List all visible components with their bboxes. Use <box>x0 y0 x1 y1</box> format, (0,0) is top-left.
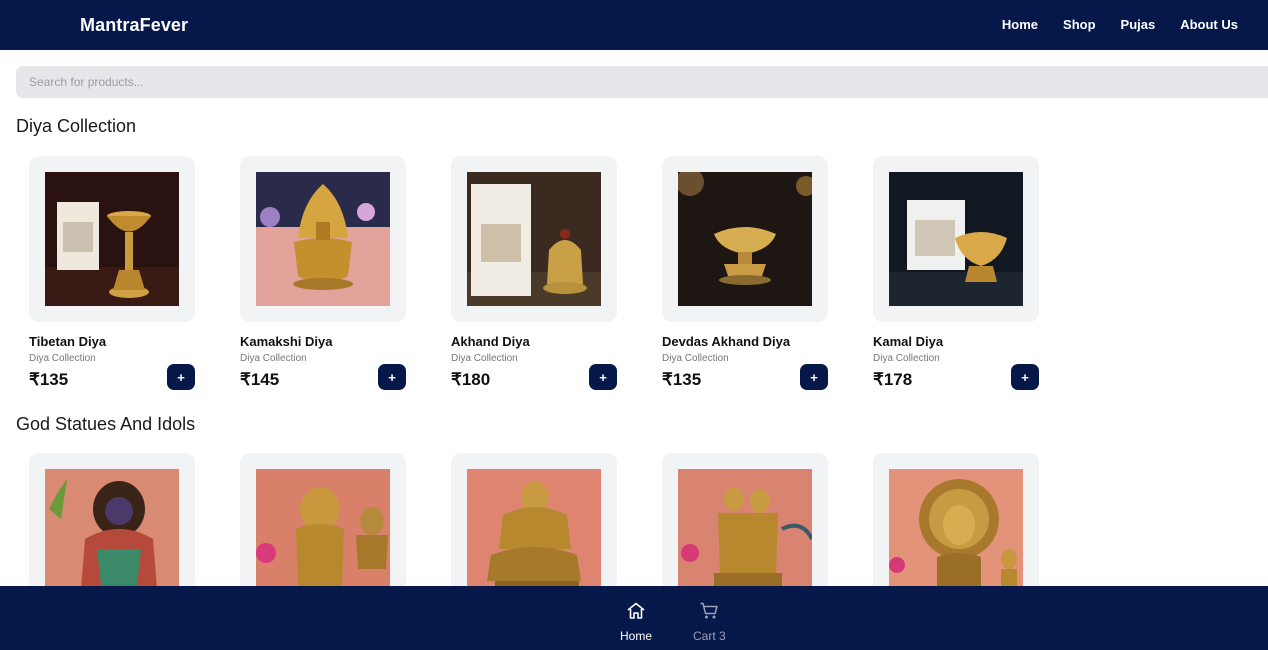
add-to-cart-button[interactable]: + <box>589 364 617 390</box>
product-image[interactable] <box>889 469 1023 603</box>
product-image-frame[interactable] <box>240 156 406 322</box>
product-card[interactable]: Tibetan Diya Diya Collection ₹135 + <box>29 156 195 390</box>
product-name[interactable]: Kamal Diya <box>873 334 1039 349</box>
product-category: Diya Collection <box>451 353 518 364</box>
product-row-diya: Tibetan Diya Diya Collection ₹135 + Kama… <box>29 156 1039 390</box>
bottom-nav-home[interactable]: Home <box>620 602 652 643</box>
search-input[interactable] <box>16 66 1268 98</box>
product-card[interactable]: Kamakshi Diya Diya Collection ₹145 + <box>240 156 406 390</box>
product-card[interactable]: Akhand Diya Diya Collection ₹180 + <box>451 156 617 390</box>
bottom-nav-cart-label: Cart 3 <box>693 629 726 643</box>
product-category: Diya Collection <box>662 353 729 364</box>
section-title-diya: Diya Collection <box>16 116 137 136</box>
section-title-idols: God Statues And Idols <box>16 414 196 434</box>
add-to-cart-button[interactable]: + <box>800 364 828 390</box>
product-image-frame[interactable] <box>662 156 828 322</box>
brand-logo[interactable]: MantraFever <box>80 15 188 36</box>
bottom-nav-home-label: Home <box>620 629 653 643</box>
product-image[interactable] <box>678 172 812 306</box>
nav-home-link[interactable]: Home <box>1002 17 1038 32</box>
product-image[interactable] <box>45 469 179 603</box>
product-image-frame[interactable] <box>873 156 1039 322</box>
product-image[interactable] <box>678 469 812 603</box>
product-card[interactable]: Kamal Diya Diya Collection ₹178 + <box>873 156 1039 390</box>
product-image[interactable] <box>256 172 390 306</box>
product-image[interactable] <box>467 469 601 603</box>
nav-about-link[interactable]: About Us <box>1180 17 1238 32</box>
product-image[interactable] <box>467 172 601 306</box>
product-image[interactable] <box>256 469 390 603</box>
product-card[interactable]: Devdas Akhand Diya Diya Collection ₹135 … <box>662 156 828 390</box>
product-name[interactable]: Tibetan Diya <box>29 334 195 349</box>
nav-links: Home Shop Pujas About Us <box>1002 17 1238 32</box>
bottom-nav-cart[interactable]: Cart 3 <box>693 602 726 643</box>
product-name[interactable]: Devdas Akhand Diya <box>662 334 828 349</box>
home-icon <box>626 602 646 625</box>
nav-pujas-link[interactable]: Pujas <box>1121 17 1156 32</box>
product-image-frame[interactable] <box>29 156 195 322</box>
product-image[interactable] <box>889 172 1023 306</box>
product-category: Diya Collection <box>873 353 940 364</box>
product-name[interactable]: Kamakshi Diya <box>240 334 406 349</box>
cart-icon <box>699 602 719 625</box>
product-category: Diya Collection <box>29 353 96 364</box>
add-to-cart-button[interactable]: + <box>378 364 406 390</box>
product-name[interactable]: Akhand Diya <box>451 334 617 349</box>
bottom-navbar: Home Cart 3 <box>0 586 1268 650</box>
top-navbar: MantraFever Home Shop Pujas About Us <box>0 0 1268 50</box>
product-category: Diya Collection <box>240 353 307 364</box>
add-to-cart-button[interactable]: + <box>1011 364 1039 390</box>
product-image-frame[interactable] <box>451 156 617 322</box>
product-image[interactable] <box>45 172 179 306</box>
add-to-cart-button[interactable]: + <box>167 364 195 390</box>
nav-shop-link[interactable]: Shop <box>1063 17 1096 32</box>
